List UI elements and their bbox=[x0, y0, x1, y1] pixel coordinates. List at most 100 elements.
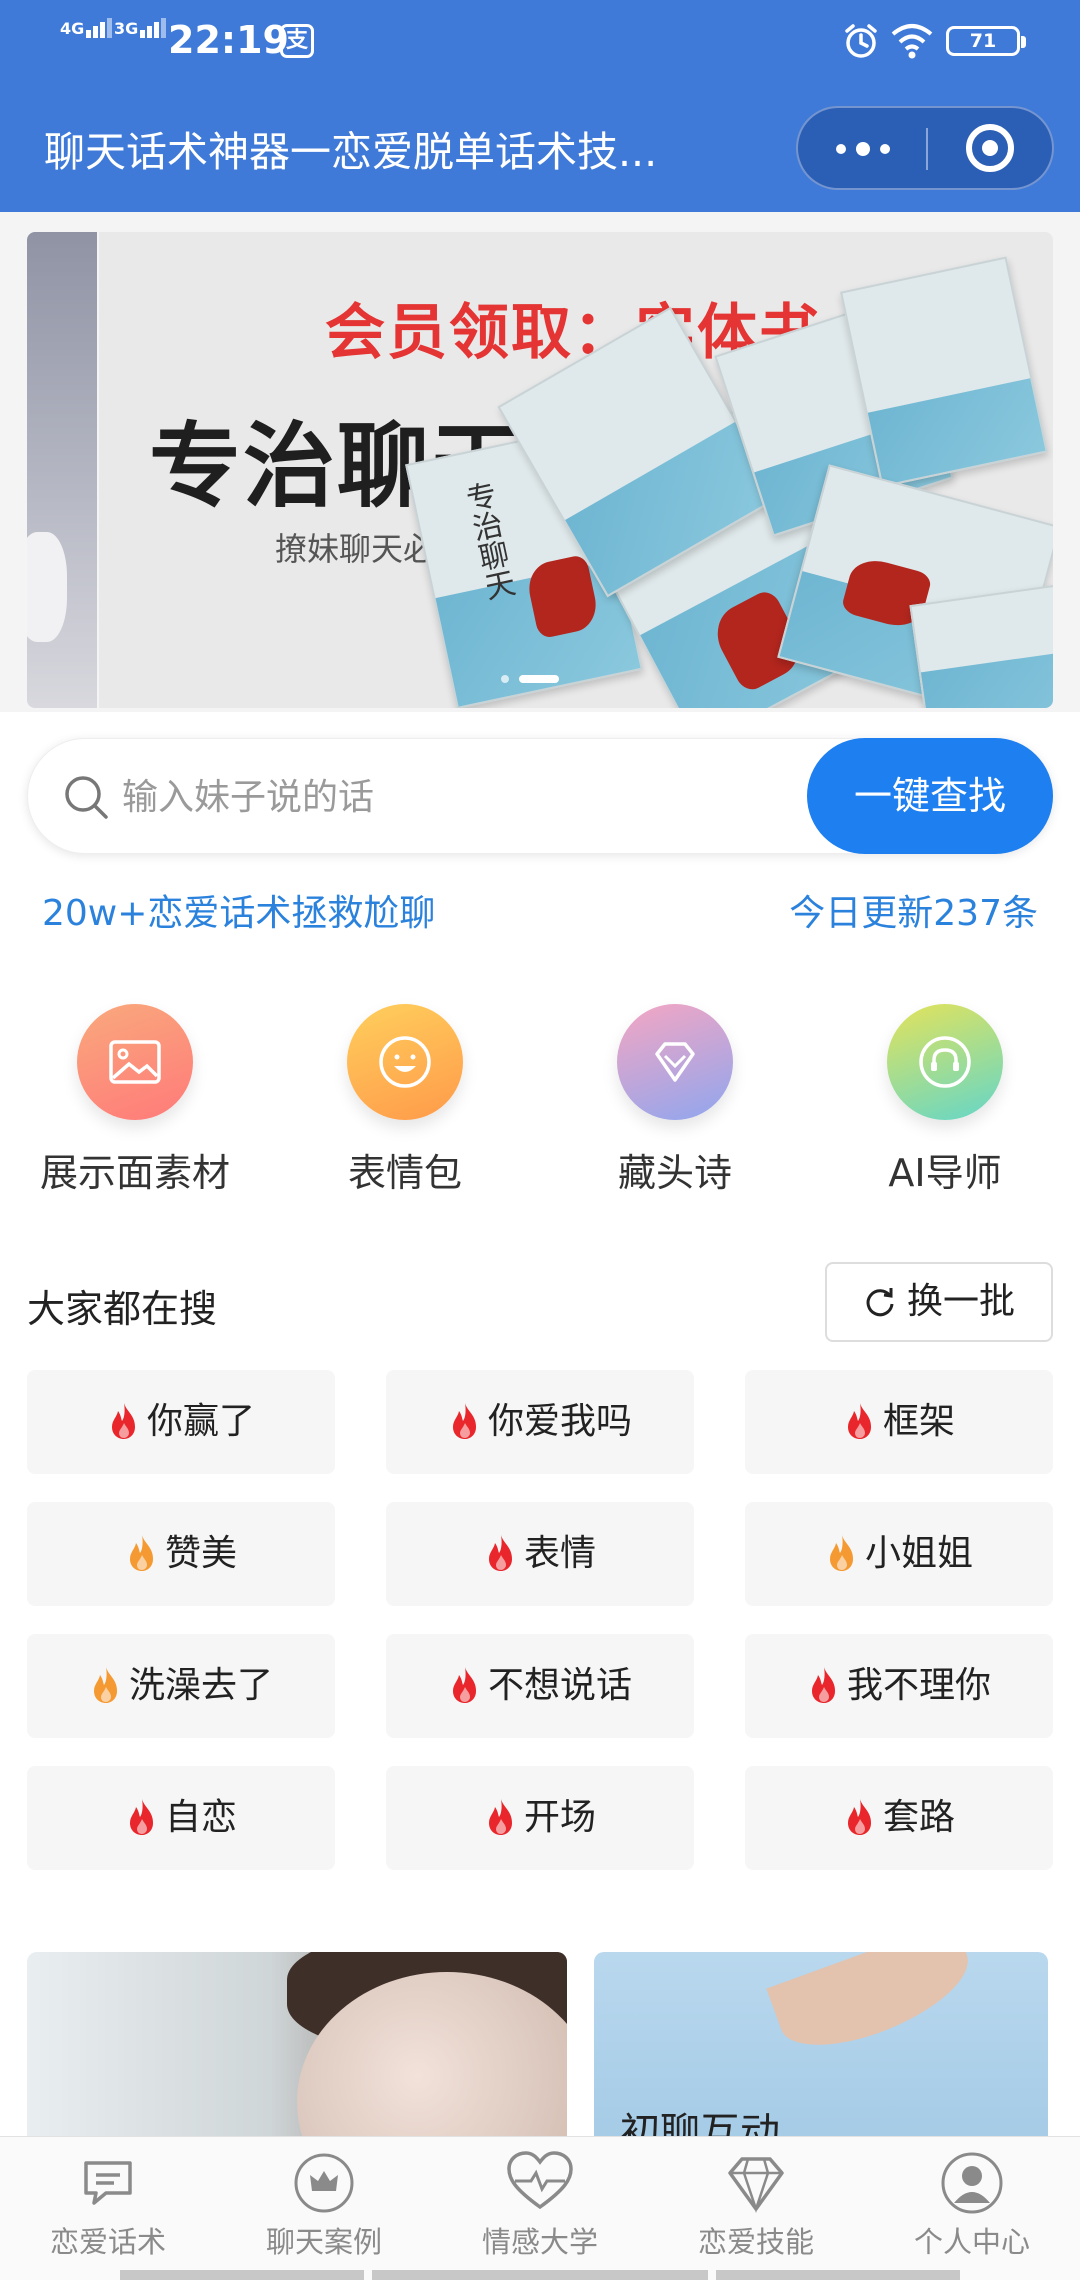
hot-search-chip[interactable]: 自恋 bbox=[27, 1766, 335, 1870]
quick-item-label: 表情包 bbox=[347, 1151, 462, 1195]
search-icon bbox=[62, 773, 112, 827]
chip-label: 洗澡去了 bbox=[128, 1665, 273, 1706]
chip-label: 你爱我吗 bbox=[487, 1401, 632, 1442]
chip-label: 套路 bbox=[882, 1797, 955, 1838]
tab-label: 恋爱技能 bbox=[697, 2225, 814, 2259]
quick-item-label: 藏头诗 bbox=[617, 1151, 732, 1195]
smile-icon bbox=[347, 1004, 463, 1120]
hot-search-chip[interactable]: 我不理你 bbox=[745, 1634, 1053, 1738]
diamond-icon bbox=[617, 1004, 733, 1120]
section-title: 大家都在搜 bbox=[27, 1287, 218, 1331]
hot-search-chip[interactable]: 赞美 bbox=[27, 1502, 335, 1606]
chat-bubble-icon bbox=[84, 2161, 132, 2205]
tab-love-skills[interactable]: 恋爱技能 bbox=[648, 2151, 864, 2261]
tab-emotion-university[interactable]: 情感大学 bbox=[432, 2151, 648, 2261]
chip-label: 你赢了 bbox=[146, 1401, 255, 1442]
tab-label: 恋爱话术 bbox=[49, 2225, 166, 2259]
page-title: 聊天话术神器一恋爱脱单话术技... bbox=[44, 128, 658, 176]
fire-icon bbox=[125, 1510, 159, 1614]
search-bar: 一键查找 bbox=[27, 738, 1053, 854]
hot-search-chip[interactable]: 表情 bbox=[386, 1502, 694, 1606]
quick-item-stickers[interactable]: 表情包 bbox=[285, 1004, 525, 1197]
hot-search-chip[interactable]: 你赢了 bbox=[27, 1370, 335, 1474]
quick-item-materials[interactable]: 展示面素材 bbox=[15, 1004, 255, 1197]
chip-label: 自恋 bbox=[164, 1797, 237, 1838]
crown-icon bbox=[294, 2153, 354, 2213]
chip-label: 开场 bbox=[523, 1797, 596, 1838]
refresh-label: 换一批 bbox=[906, 1281, 1015, 1322]
previous-banner-slide[interactable] bbox=[27, 232, 97, 708]
mini-program-capsule bbox=[796, 106, 1054, 190]
quick-item-ai-mentor[interactable]: AI导师 bbox=[825, 1004, 1065, 1197]
banner-slide[interactable]: 会员领取：实体书一本 专治聊天话术 撩妹聊天必备 专治聊天 bbox=[99, 232, 1053, 708]
tab-chat-cases[interactable]: 聊天案例 bbox=[216, 2151, 432, 2261]
more-icon[interactable] bbox=[798, 108, 926, 188]
wifi-icon bbox=[890, 22, 934, 64]
fire-icon bbox=[448, 1642, 482, 1746]
heartbeat-icon bbox=[507, 2151, 573, 2210]
hot-search-chip[interactable]: 不想说话 bbox=[386, 1634, 694, 1738]
battery-indicator: 71 bbox=[946, 26, 1026, 56]
signal-bars-icon bbox=[86, 18, 114, 38]
signal-3g: 3G bbox=[114, 18, 168, 38]
hot-search-chip[interactable]: 洗澡去了 bbox=[27, 1634, 335, 1738]
quick-item-label: 展示面素材 bbox=[39, 1151, 230, 1195]
signal-4g: 4G bbox=[60, 18, 114, 38]
user-icon bbox=[941, 2152, 1003, 2214]
signal-bars-icon bbox=[140, 18, 168, 38]
gesture-bar bbox=[372, 2270, 708, 2280]
diamond-icon bbox=[728, 2157, 784, 2213]
capsule-divider bbox=[926, 128, 928, 170]
hot-search-chip[interactable]: 小姐姐 bbox=[745, 1502, 1053, 1606]
carousel-indicator bbox=[501, 668, 569, 687]
fire-icon bbox=[448, 1378, 482, 1482]
chip-label: 小姐姐 bbox=[864, 1533, 973, 1574]
gesture-bar bbox=[120, 2270, 364, 2280]
fire-icon bbox=[843, 1774, 877, 1878]
quick-item-label: AI导师 bbox=[888, 1151, 1002, 1195]
fire-icon bbox=[484, 1510, 518, 1614]
quick-item-acrostic[interactable]: 藏头诗 bbox=[555, 1004, 795, 1197]
chip-label: 表情 bbox=[523, 1533, 596, 1574]
article-card[interactable] bbox=[27, 1952, 567, 2142]
chip-label: 框架 bbox=[882, 1401, 955, 1442]
bottom-tab-bar: 恋爱话术 聊天案例 情感大学 恋爱技能 个人中心 bbox=[0, 2136, 1080, 2280]
hot-search-chip[interactable]: 框架 bbox=[745, 1370, 1053, 1474]
fire-icon bbox=[825, 1510, 859, 1614]
refresh-button[interactable]: 换一批 bbox=[825, 1262, 1053, 1342]
fire-icon bbox=[807, 1642, 841, 1746]
fire-icon bbox=[125, 1774, 159, 1878]
chip-label: 赞美 bbox=[164, 1533, 237, 1574]
fire-icon bbox=[484, 1774, 518, 1878]
fire-icon bbox=[107, 1378, 141, 1482]
article-card[interactable]: 初聊互动 bbox=[594, 1952, 1048, 2142]
chip-label: 不想说话 bbox=[487, 1665, 632, 1706]
hot-search-chip[interactable]: 开场 bbox=[386, 1766, 694, 1870]
status-bar: 4G 3G 22:19 支 71 bbox=[0, 0, 1080, 84]
close-mini-program-icon[interactable] bbox=[966, 124, 1014, 172]
tab-personal-center[interactable]: 个人中心 bbox=[864, 2151, 1080, 2261]
hot-search-chip[interactable]: 套路 bbox=[745, 1766, 1053, 1870]
header-bar: 4G 3G 22:19 支 71 聊天话术神器一恋爱脱单话术技... bbox=[0, 0, 1080, 212]
tab-label: 聊天案例 bbox=[265, 2225, 382, 2259]
refresh-icon bbox=[866, 1288, 894, 1317]
tagline-right: 今日更新237条 bbox=[789, 893, 1038, 934]
book-title: 专治聊天 bbox=[457, 478, 517, 604]
tagline-left: 20w+恋爱话术拯救尬聊 bbox=[42, 893, 436, 934]
clock: 22:19 bbox=[168, 18, 289, 62]
payment-app-icon: 支 bbox=[280, 24, 314, 58]
headset-icon bbox=[887, 1004, 1003, 1120]
search-button[interactable]: 一键查找 bbox=[807, 738, 1053, 854]
chip-label: 我不理你 bbox=[846, 1665, 991, 1706]
hot-search-chip[interactable]: 你爱我吗 bbox=[386, 1370, 694, 1474]
tab-love-scripts[interactable]: 恋爱话术 bbox=[0, 2151, 216, 2261]
fire-icon bbox=[843, 1378, 877, 1482]
gesture-bar bbox=[716, 2270, 960, 2280]
signal-label: 3G bbox=[114, 19, 139, 38]
alarm-icon bbox=[842, 22, 880, 64]
tab-label: 个人中心 bbox=[913, 2225, 1030, 2259]
signal-label: 4G bbox=[60, 19, 85, 38]
tab-label: 情感大学 bbox=[481, 2225, 598, 2259]
search-input[interactable] bbox=[122, 767, 682, 827]
image-icon bbox=[77, 1004, 193, 1120]
